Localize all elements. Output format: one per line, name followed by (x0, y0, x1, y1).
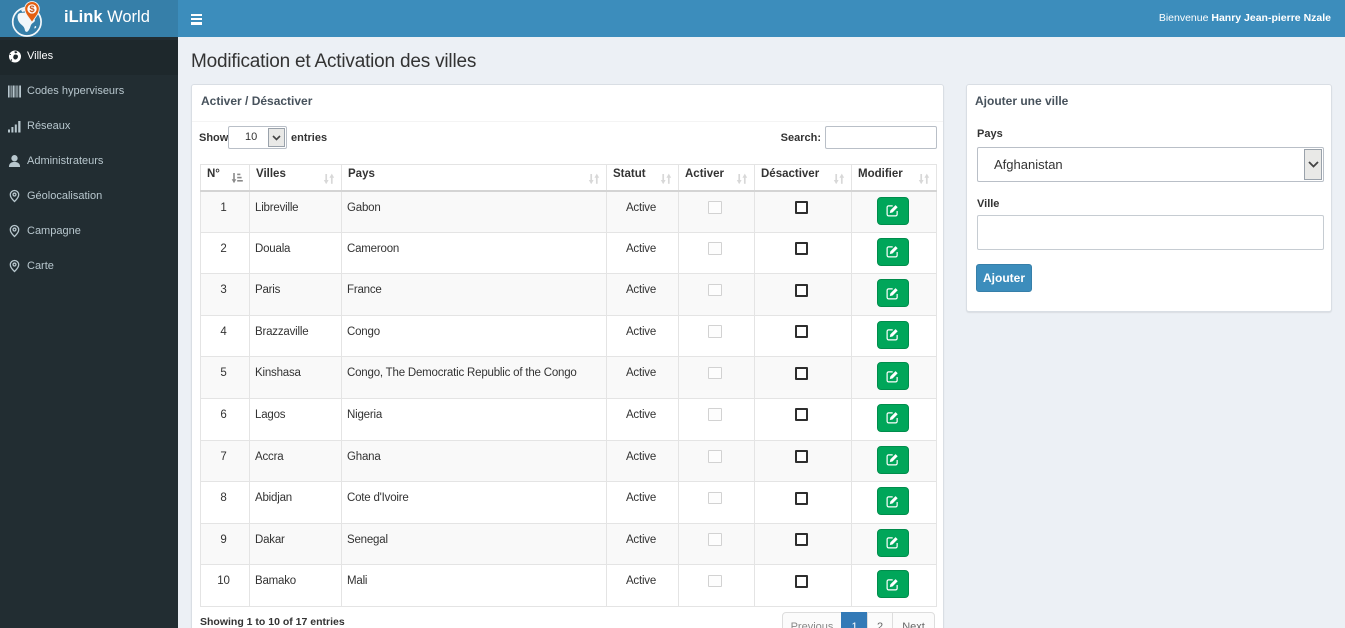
svg-text:$: $ (29, 4, 35, 15)
